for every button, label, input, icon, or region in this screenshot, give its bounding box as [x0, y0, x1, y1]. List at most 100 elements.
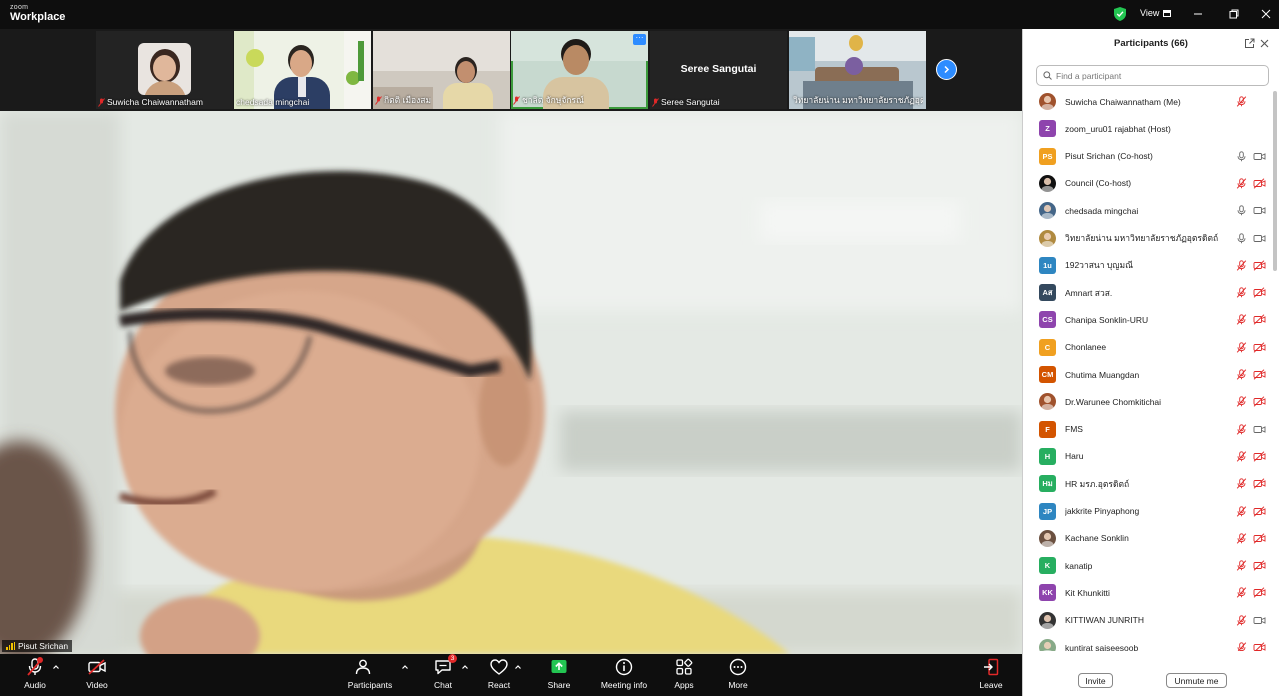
- participant-row[interactable]: CS Chanipa Sonklin-URU: [1023, 306, 1273, 333]
- participant-row[interactable]: PS Pisut Srichan (Co-host): [1023, 143, 1273, 170]
- view-button[interactable]: View: [1140, 8, 1172, 18]
- mic-muted-icon[interactable]: [1236, 505, 1247, 517]
- participants-button[interactable]: 66 Participants: [345, 654, 395, 696]
- participant-row[interactable]: KK Kit Khunkitti: [1023, 579, 1273, 606]
- participant-row[interactable]: Kkanatip: [1023, 552, 1273, 579]
- mic-muted-icon[interactable]: [1236, 533, 1247, 544]
- mic-muted-icon[interactable]: [1236, 96, 1247, 107]
- participant-row[interactable]: kuntirat saiseesoob: [1023, 634, 1273, 651]
- audio-options-caret-icon[interactable]: [52, 663, 60, 671]
- react-options-caret-icon[interactable]: [514, 663, 522, 671]
- react-button[interactable]: React: [486, 654, 512, 696]
- participant-row[interactable]: Aส Amnart สวส.: [1023, 279, 1273, 306]
- participants-options-caret-icon[interactable]: [401, 663, 409, 671]
- camera-on-icon[interactable]: [1253, 205, 1266, 216]
- more-button[interactable]: More: [724, 654, 752, 696]
- mic-muted-icon[interactable]: [1236, 396, 1247, 407]
- camera-off-icon[interactable]: [1253, 587, 1266, 599]
- video-button[interactable]: Video: [82, 654, 112, 696]
- video-thumbnail-active-speaker[interactable]: ··· ชาลิต จักษุจักรณ์: [511, 31, 648, 109]
- video-thumbnail[interactable]: Suwicha Chaiwannatham: [96, 31, 233, 109]
- camera-off-icon[interactable]: [1253, 178, 1266, 189]
- share-button[interactable]: Share: [545, 654, 573, 696]
- participant-row[interactable]: Hม HR มรภ.อุตรดิตถ์: [1023, 470, 1273, 497]
- avatar-photo-icon: [1041, 232, 1054, 247]
- participants-scrollbar[interactable]: [1273, 91, 1277, 271]
- meeting-info-button[interactable]: Meeting info: [598, 654, 650, 696]
- mic-muted-icon[interactable]: [1236, 178, 1247, 189]
- mic-muted-icon[interactable]: [1236, 314, 1247, 326]
- participant-row[interactable]: KITTIWAN JUNRITH: [1023, 607, 1273, 634]
- participant-search-box[interactable]: [1036, 65, 1269, 86]
- mic-muted-icon[interactable]: [1236, 478, 1247, 489]
- participant-photo-avatar: [1039, 529, 1056, 547]
- camera-off-icon[interactable]: [1253, 642, 1266, 651]
- video-thumbnail[interactable]: วิทยาลัยน่าน มหาวิทยาลัยราชภัฏอุตรด...: [789, 31, 926, 109]
- mic-muted-icon[interactable]: [1236, 642, 1247, 651]
- invite-button[interactable]: Invite: [1078, 673, 1113, 688]
- avatar-photo-icon: [1041, 396, 1054, 411]
- mic-muted-icon[interactable]: [1236, 451, 1247, 462]
- camera-off-icon[interactable]: [1253, 533, 1266, 544]
- participant-row[interactable]: 1u 192วาสนา บุญมณี: [1023, 252, 1273, 279]
- chat-button[interactable]: 3 Chat: [430, 654, 457, 696]
- search-input[interactable]: [1056, 70, 1256, 81]
- camera-off-icon[interactable]: [1253, 287, 1266, 298]
- participant-row[interactable]: วิทยาลัยน่าน มหาวิทยาลัยราชภัฏอุตรดิตถ์: [1023, 225, 1273, 252]
- more-options-icon[interactable]: ···: [633, 34, 646, 45]
- participant-row[interactable]: C Chonlanee: [1023, 334, 1273, 361]
- camera-on-icon[interactable]: [1253, 233, 1266, 244]
- camera-off-icon[interactable]: [1253, 260, 1266, 271]
- camera-off-icon[interactable]: [1253, 505, 1266, 517]
- participant-row[interactable]: CM Chutima Muangdan: [1023, 361, 1273, 388]
- camera-off-icon[interactable]: [1253, 478, 1266, 489]
- camera-off-icon[interactable]: [1253, 369, 1266, 380]
- camera-off-icon[interactable]: [1253, 451, 1266, 462]
- mic-muted-icon[interactable]: [1236, 560, 1247, 571]
- camera-off-icon[interactable]: [1253, 560, 1266, 571]
- mic-on-icon[interactable]: [1236, 150, 1247, 162]
- camera-on-icon[interactable]: [1253, 151, 1266, 162]
- participant-row[interactable]: Kachane Sonklin: [1023, 525, 1273, 552]
- participant-row[interactable]: Zzoom_uru01 rajabhat (Host): [1023, 115, 1273, 142]
- audio-button[interactable]: Audio: [20, 654, 50, 696]
- mic-on-icon[interactable]: [1236, 205, 1247, 216]
- mic-muted-icon[interactable]: [1236, 423, 1247, 435]
- participant-name: Chanipa Sonklin-URU: [1065, 314, 1149, 325]
- video-thumbnail[interactable]: chedsada mingchai: [234, 31, 371, 109]
- camera-off-icon[interactable]: [1253, 314, 1266, 326]
- camera-off-icon[interactable]: [1253, 396, 1266, 407]
- participant-row[interactable]: Suwicha Chaiwannatham (Me): [1023, 88, 1273, 115]
- camera-on-icon[interactable]: [1253, 615, 1266, 626]
- video-thumbnail[interactable]: Seree Sangutai Seree Sangutai: [650, 31, 787, 109]
- restore-icon[interactable]: [1226, 6, 1242, 22]
- minimize-icon[interactable]: [1190, 6, 1206, 22]
- leave-button[interactable]: Leave: [977, 654, 1005, 696]
- participant-row[interactable]: chedsada mingchai: [1023, 197, 1273, 224]
- mic-muted-icon[interactable]: [1236, 287, 1247, 298]
- popout-icon[interactable]: [1244, 38, 1255, 49]
- participant-row[interactable]: F FMS: [1023, 416, 1273, 443]
- chat-options-caret-icon[interactable]: [461, 663, 469, 671]
- mic-muted-icon[interactable]: [1236, 587, 1247, 599]
- camera-on-icon[interactable]: [1253, 424, 1266, 435]
- participant-row[interactable]: JP jakkrite Pinyaphong: [1023, 498, 1273, 525]
- mic-muted-icon[interactable]: [1236, 260, 1247, 271]
- participant-row[interactable]: H Haru: [1023, 443, 1273, 470]
- main-speaker-video[interactable]: Pisut Srichan: [0, 111, 1022, 654]
- apps-button[interactable]: Apps: [670, 654, 698, 696]
- participant-name: Pisut Srichan (Co-host): [1065, 151, 1153, 162]
- participant-row[interactable]: Dr.Warunee Chomkitichai: [1023, 388, 1273, 415]
- mic-muted-icon[interactable]: [1236, 342, 1247, 353]
- security-shield-icon[interactable]: [1114, 7, 1126, 21]
- mic-on-icon[interactable]: [1236, 232, 1247, 244]
- window-close-icon[interactable]: [1258, 6, 1274, 22]
- close-icon[interactable]: [1259, 38, 1270, 49]
- video-thumbnail[interactable]: กิตติ เมืองสม: [373, 31, 510, 109]
- camera-off-icon[interactable]: [1253, 342, 1266, 353]
- next-page-button[interactable]: [936, 59, 957, 80]
- mic-muted-icon[interactable]: [1236, 615, 1247, 626]
- participant-row[interactable]: Council (Co-host): [1023, 170, 1273, 197]
- unmute-me-button[interactable]: Unmute me: [1166, 673, 1227, 688]
- mic-muted-icon[interactable]: [1236, 369, 1247, 380]
